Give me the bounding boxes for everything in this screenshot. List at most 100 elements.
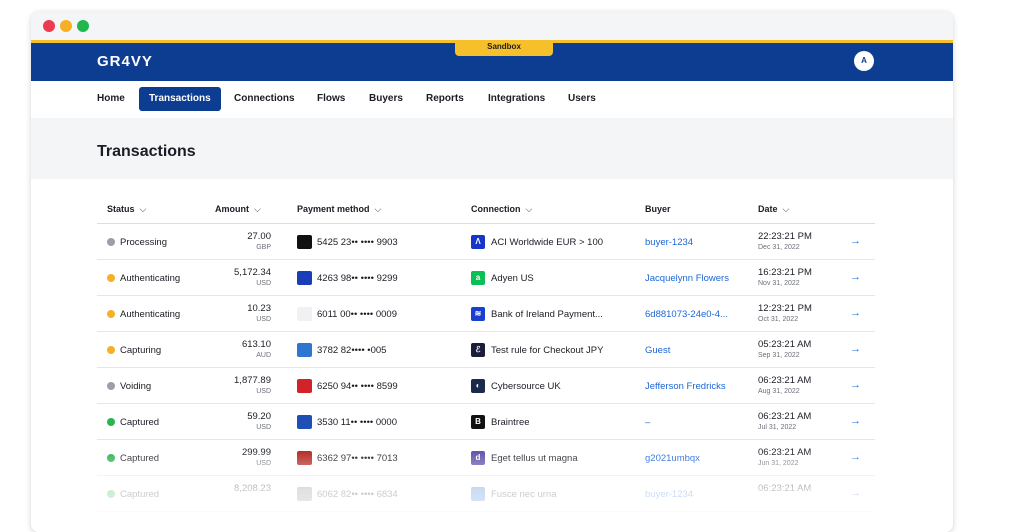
transaction-date: Sep 31, 2022 <box>758 352 800 359</box>
status-cell: Authenticating <box>107 273 180 284</box>
currency-code: USD <box>256 388 271 395</box>
buyer-link[interactable]: buyer-1234 <box>645 237 693 248</box>
status-indicator-icon <box>107 454 115 462</box>
status-label: Authenticating <box>120 273 181 284</box>
close-window-dot[interactable] <box>43 20 55 32</box>
amount-value: 613.10 <box>241 339 271 350</box>
connection-label: ACI Worldwide EUR > 100 <box>491 237 604 248</box>
currency-code: USD <box>256 424 271 431</box>
chevron-down-icon: ⌵ <box>374 204 382 214</box>
amount-value: 10.23 <box>247 303 271 314</box>
environment-badge: Sandbox <box>455 40 553 56</box>
transaction-date: Jun 31, 2022 <box>758 460 799 467</box>
transaction-time: 06:23:21 AM <box>758 483 812 494</box>
discover-icon <box>297 307 312 321</box>
transaction-date: Jul 31, 2022 <box>758 424 797 431</box>
buyer-link[interactable]: 6d881073-24e0-4... <box>645 309 728 320</box>
app-header: Sandbox GR4VY A <box>31 40 953 81</box>
buyer-link[interactable]: Guest <box>645 345 670 356</box>
nav-item-users[interactable]: Users <box>558 87 606 111</box>
amount-value: 5,172.34 <box>234 267 271 278</box>
status-indicator-icon <box>107 310 115 318</box>
status-label: Captured <box>120 417 160 428</box>
status-label: Authenticating <box>120 309 181 320</box>
chevron-down-icon: ⌵ <box>782 204 790 214</box>
status-cell: Captured <box>107 489 159 500</box>
column-header-connection[interactable]: Connection ⌵ <box>471 204 532 215</box>
user-avatar[interactable]: A <box>854 51 874 71</box>
currency-code: AUD <box>256 352 271 359</box>
connection-label: Bank of Ireland Payment... <box>491 309 603 320</box>
arrow-right-icon[interactable]: → <box>850 271 861 283</box>
transaction-date: Oct 31, 2022 <box>758 316 799 323</box>
transaction-time: 22:23:21 PM <box>758 231 812 242</box>
visa-icon <box>297 271 312 285</box>
column-header-payment-method[interactable]: Payment method ⌵ <box>297 204 381 215</box>
transaction-date: Aug 31, 2022 <box>758 388 800 395</box>
payment-method-label: 5425 23•• •••• 9903 <box>317 237 398 248</box>
amount-value: 299.99 <box>241 447 271 458</box>
status-label: Captured <box>120 489 160 500</box>
column-header-buyer: Buyer <box>645 204 671 214</box>
table-row[interactable]: Captured 299.99 USD 6362 97•• •••• 7013 d Ege… <box>97 440 875 476</box>
gr4vy-logo[interactable]: GR4VY <box>97 53 153 70</box>
column-header-date[interactable]: Date ⌵ <box>758 204 789 215</box>
arrow-right-icon[interactable]: → <box>850 343 861 355</box>
status-label: Captured <box>120 453 160 464</box>
transaction-time: 12:23:21 PM <box>758 303 812 314</box>
payment-method-label: 4263 98•• •••• 9299 <box>317 273 398 284</box>
payment-method-label: 3530 11•• •••• 0000 <box>317 417 398 428</box>
table-row[interactable]: Voiding 1,877.89 USD 6250 94•• •••• 8599 ◐ Cy… <box>97 368 875 404</box>
nav-item-home[interactable]: Home <box>87 87 135 111</box>
buyer-link[interactable]: buyer-1234 <box>645 489 693 500</box>
status-cell: Capturing <box>107 345 161 356</box>
main-nav: Home Transactions Connections Flows Buye… <box>31 81 953 118</box>
braintree-icon: B <box>471 415 485 429</box>
table-row[interactable]: Capturing 613.10 AUD 3782 82•••• •005 ℰ Test … <box>97 332 875 368</box>
connection-label: Braintree <box>491 417 530 428</box>
currency-code: USD <box>256 280 271 287</box>
transactions-table: Status ⌵ Amount ⌵ Payment method ⌵ Connecti… <box>31 179 953 532</box>
column-header-amount[interactable]: Amount ⌵ <box>215 204 261 215</box>
arrow-right-icon[interactable]: → <box>850 451 861 463</box>
chevron-down-icon: ⌵ <box>525 204 533 214</box>
arrow-right-icon[interactable]: → <box>850 487 861 499</box>
nav-item-integrations[interactable]: Integrations <box>478 87 555 111</box>
nav-item-buyers[interactable]: Buyers <box>359 87 413 111</box>
table-row[interactable]: Processing 27.00 GBP 5425 23•• •••• 9903 Λ AC… <box>97 224 875 260</box>
nav-item-flows[interactable]: Flows <box>307 87 355 111</box>
status-cell: Processing <box>107 237 167 248</box>
table-row[interactable]: Authenticating 5,172.34 USD 4263 98•• •••• … <box>97 260 875 296</box>
nav-item-connections[interactable]: Connections <box>224 87 305 111</box>
arrow-right-icon[interactable]: → <box>850 379 861 391</box>
transaction-time: 05:23:21 AM <box>758 339 812 350</box>
transaction-time: 16:23:21 PM <box>758 267 812 278</box>
table-row[interactable]: Captured 8,208.23 6062 82•• •••• 6834 Fusce… <box>97 476 875 512</box>
status-indicator-icon <box>107 382 115 390</box>
transaction-time: 06:23:21 AM <box>758 375 812 386</box>
buyer-link[interactable]: – <box>645 417 650 428</box>
mastercard-icon <box>297 235 312 249</box>
transaction-time: 06:23:21 AM <box>758 411 812 422</box>
card-icon <box>297 487 312 501</box>
table-row[interactable]: Authenticating 10.23 USD 6011 00•• •••• 000… <box>97 296 875 332</box>
buyer-link[interactable]: g2021umbqx <box>645 453 700 464</box>
column-header-status[interactable]: Status ⌵ <box>107 204 146 215</box>
buyer-link[interactable]: Jacquelynn Flowers <box>645 273 729 284</box>
amount-value: 27.00 <box>247 231 271 242</box>
currency-code: USD <box>256 460 271 467</box>
arrow-right-icon[interactable]: → <box>850 235 861 247</box>
buyer-link[interactable]: Jefferson Fredricks <box>645 381 726 392</box>
table-row[interactable]: Captured 59.20 USD 3530 11•• •••• 0000 B Brai… <box>97 404 875 440</box>
currency-code: USD <box>256 316 271 323</box>
aci-worldwide-icon: Λ <box>471 235 485 249</box>
arrow-right-icon[interactable]: → <box>850 307 861 319</box>
arrow-right-icon[interactable]: → <box>850 415 861 427</box>
payment-method-label: 3782 82•••• •005 <box>317 345 387 356</box>
nav-item-transactions[interactable]: Transactions <box>139 87 221 111</box>
connection-label: Adyen US <box>491 273 534 284</box>
browser-window: Sandbox GR4VY A Home Transactions Connec… <box>31 12 953 532</box>
minimize-window-dot[interactable] <box>60 20 72 32</box>
maximize-window-dot[interactable] <box>77 20 89 32</box>
nav-item-reports[interactable]: Reports <box>416 87 474 111</box>
